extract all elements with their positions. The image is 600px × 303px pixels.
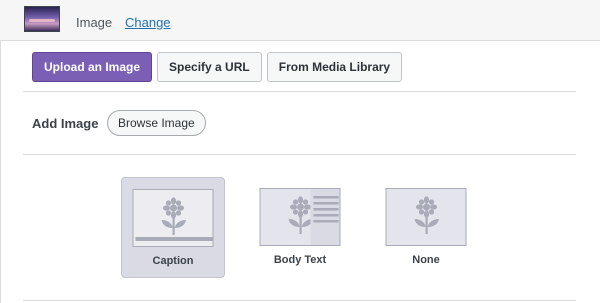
caption-option-label: Caption — [152, 255, 194, 267]
image-with-caption-icon — [132, 189, 214, 247]
add-image-label: Add Image — [32, 116, 99, 131]
image-source-tabs: Upload an Image Specify a URL From Media… — [32, 52, 403, 82]
body-text-option-label: Body Text — [273, 254, 327, 266]
image-header-label: Image — [76, 15, 113, 30]
none-option[interactable]: None — [374, 177, 478, 278]
divider — [23, 154, 576, 155]
image-header-bar: Image Change — [0, 0, 600, 41]
body-text-option[interactable]: Body Text — [248, 177, 352, 278]
image-thumbnail — [24, 6, 60, 32]
upload-image-button[interactable]: Upload an Image — [32, 52, 153, 82]
change-image-link[interactable]: Change — [125, 15, 171, 30]
specify-url-button[interactable]: Specify a URL — [157, 52, 262, 82]
divider — [23, 91, 576, 92]
media-library-button[interactable]: From Media Library — [266, 52, 403, 82]
image-only-icon — [385, 188, 467, 246]
divider — [23, 300, 576, 301]
image-with-body-text-icon — [259, 188, 341, 246]
none-option-label: None — [412, 254, 440, 266]
browse-image-button[interactable]: Browse Image — [107, 110, 206, 136]
panel-left-border — [0, 41, 1, 303]
caption-option[interactable]: Caption — [121, 177, 225, 278]
